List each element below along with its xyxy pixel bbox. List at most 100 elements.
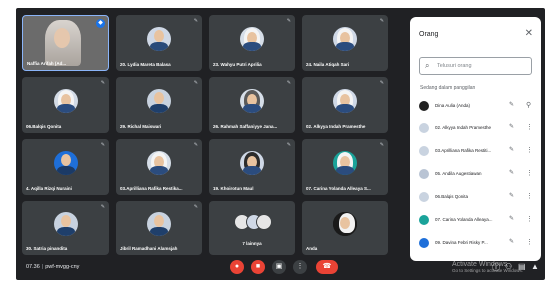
mic-off-icon: ✎ — [379, 142, 384, 148]
others-avatars — [234, 213, 272, 232]
activities-icon[interactable]: ▲ — [531, 262, 539, 271]
participant-name: 23. Wahyu Putri Aprilia — [213, 62, 262, 67]
list-item[interactable]: 02. Alkyya Indah Pramesthe ✎ ⋮ — [419, 121, 537, 135]
participant-tile-self[interactable]: ◆ Naffia Arifah (Ad... — [22, 15, 109, 71]
participant-name: 03.Aprilliana Rafika Restika... — [120, 186, 183, 191]
list-item[interactable]: 07. Carina Yolanda Alleaya... ✎ ⋮ — [419, 213, 537, 227]
mic-off-icon[interactable]: ✎ — [509, 215, 514, 222]
more-icon[interactable]: ⋮ — [526, 238, 533, 246]
more-options-button[interactable]: ⋮ — [293, 260, 307, 274]
participant-tile[interactable]: ✎ 07. Carina Yolanda Alleaya S... — [302, 139, 388, 195]
mic-off-icon: ✎ — [100, 204, 105, 210]
mic-off-icon[interactable]: ✎ — [509, 146, 514, 153]
avatar — [240, 26, 264, 51]
participant-tile[interactable]: ✎ 20. Lydia Mareta Balasa — [116, 15, 202, 71]
more-icon[interactable]: ⋮ — [526, 123, 533, 131]
participant-name: 07. Carina Yolanda Alleaya S... — [306, 186, 371, 191]
avatar — [240, 150, 264, 175]
pin-icon[interactable]: ◆ — [96, 19, 105, 28]
participant-name: 4. Aqilla Rizqi Nuraini — [26, 186, 72, 191]
more-icon[interactable]: ⋮ — [526, 215, 533, 223]
person-name: 03.Aprilliana Rafika Restiti... — [435, 148, 492, 153]
avatar — [419, 101, 429, 111]
meet-window: ◆ Naffia Arifah (Ad... ✎ 20. Lydia Maret… — [16, 8, 545, 280]
more-icon[interactable]: ⋮ — [526, 169, 533, 177]
close-icon[interactable]: ✕ — [525, 28, 533, 39]
participant-tile[interactable]: ✎ 26. Rahmah Saffaniyye Jana... — [209, 77, 295, 133]
mic-off-icon: ✎ — [100, 142, 105, 148]
participant-name: Jibril Ramadhani Alamsjah — [120, 246, 178, 251]
participant-tile[interactable]: ✎ 06.Balqis Qonita — [22, 77, 109, 133]
section-label: Sedang dalam panggilan — [420, 85, 476, 91]
clock-time: 07.36 — [26, 264, 40, 270]
participant-tile-you[interactable]: Anda — [302, 201, 388, 255]
avatar — [256, 213, 272, 230]
mic-off-icon: ✎ — [100, 80, 105, 86]
avatar — [240, 88, 264, 113]
participant-grid: ◆ Naffia Arifah (Ad... ✎ 20. Lydia Maret… — [22, 15, 400, 255]
participant-name: 19. Khoirotun Maul — [213, 186, 254, 191]
participant-tile[interactable]: ✎ 4. Aqilla Rizqi Nuraini — [22, 139, 109, 195]
avatar — [53, 150, 78, 175]
meeting-code: pwf-mvgg-cny — [45, 264, 80, 270]
camera-button[interactable]: ■ — [251, 260, 265, 274]
participant-tile[interactable]: ✎ 03.Aprilliana Rafika Restika... — [116, 139, 202, 195]
participant-name: 30. Satria pinandita — [26, 246, 68, 251]
list-item[interactable]: 05. Andila Augestiawan ✎ ⋮ — [419, 167, 537, 181]
list-item[interactable]: 03.Aprilliana Rafika Restiti... ✎ ⋮ — [419, 144, 537, 158]
participant-name: 24. Naila Atiqah Sari — [306, 62, 350, 67]
list-item[interactable]: Dina Aulia (Anda) ✎ ⚲ — [419, 99, 537, 113]
participant-tile[interactable]: ✎ 19. Khoirotun Maul — [209, 139, 295, 195]
avatar — [147, 26, 171, 51]
search-icon: ⌕ — [425, 61, 430, 70]
person-name: 05. Andila Augestiawan — [435, 171, 482, 176]
watermark-subtitle: Go to Settings to activate Windows. — [452, 268, 524, 273]
pin-icon[interactable]: ⚲ — [526, 101, 531, 109]
mic-off-icon: ✎ — [193, 142, 198, 148]
mic-off-icon: ✎ — [379, 80, 384, 86]
participant-tile[interactable]: ✎ 24. Naila Atiqah Sari — [302, 15, 388, 71]
participant-tile[interactable]: ✎ 02. Alkyya Indah Pramesthe — [302, 77, 388, 133]
mic-off-icon[interactable]: ✎ — [509, 123, 514, 130]
mic-off-icon: ✎ — [286, 142, 291, 148]
search-input[interactable]: ⌕ Telusuri orang — [419, 57, 532, 75]
participant-tile[interactable]: ✎ 29. Richal Maiswari — [116, 77, 202, 133]
person-name: Dina Aulia (Anda) — [435, 103, 471, 108]
mic-off-icon: ✎ — [193, 80, 198, 86]
mic-off-icon[interactable]: ✎ — [509, 101, 514, 108]
participant-tile[interactable]: ✎ Jibril Ramadhani Alamsjah — [116, 201, 202, 255]
more-icon[interactable]: ⋮ — [526, 146, 533, 154]
person-name: 02. Alkyya Indah Pramesthe — [435, 125, 492, 130]
participant-tile-others[interactable]: 7 lainnya — [209, 201, 295, 255]
mic-off-icon: ✎ — [193, 204, 198, 210]
list-item[interactable]: 09. Davina Febri Risky P... ✎ ⋮ — [419, 236, 537, 250]
list-item[interactable]: 06.Balqis Qonita ✎ ⋮ — [419, 190, 537, 204]
avatar — [333, 26, 357, 51]
mic-off-icon: ✎ — [286, 80, 291, 86]
avatar — [419, 238, 429, 248]
avatar — [419, 215, 429, 225]
mic-off-icon[interactable]: ✎ — [509, 192, 514, 199]
participant-tile[interactable]: ✎ 30. Satria pinandita — [22, 201, 109, 255]
more-icon[interactable]: ⋮ — [526, 192, 533, 200]
panel-title: Orang — [419, 31, 439, 38]
person-name: 09. Davina Febri Risky P... — [435, 240, 488, 245]
participant-name: 26. Rahmah Saffaniyye Jana... — [213, 124, 278, 129]
present-button[interactable]: ▣ — [272, 260, 286, 274]
avatar — [333, 211, 357, 236]
avatar — [147, 88, 171, 113]
screenshot: ◆ Naffia Arifah (Ad... ✎ 20. Lydia Maret… — [0, 0, 549, 284]
mic-off-icon[interactable]: ✎ — [509, 169, 514, 176]
mic-button[interactable]: ● — [230, 260, 244, 274]
person-name: 06.Balqis Qonita — [435, 194, 469, 199]
avatar — [53, 211, 78, 236]
participant-tile[interactable]: ✎ 23. Wahyu Putri Aprilia — [209, 15, 295, 71]
participant-name: 20. Lydia Mareta Balasa — [120, 62, 171, 67]
avatar — [53, 88, 78, 113]
mic-off-icon: ✎ — [286, 18, 291, 24]
participant-name: 29. Richal Maiswari — [120, 124, 162, 129]
avatar — [419, 123, 429, 133]
end-call-button[interactable]: ☎ — [316, 260, 338, 274]
participant-name: 02. Alkyya Indah Pramesthe — [306, 124, 366, 129]
mic-off-icon[interactable]: ✎ — [509, 238, 514, 245]
